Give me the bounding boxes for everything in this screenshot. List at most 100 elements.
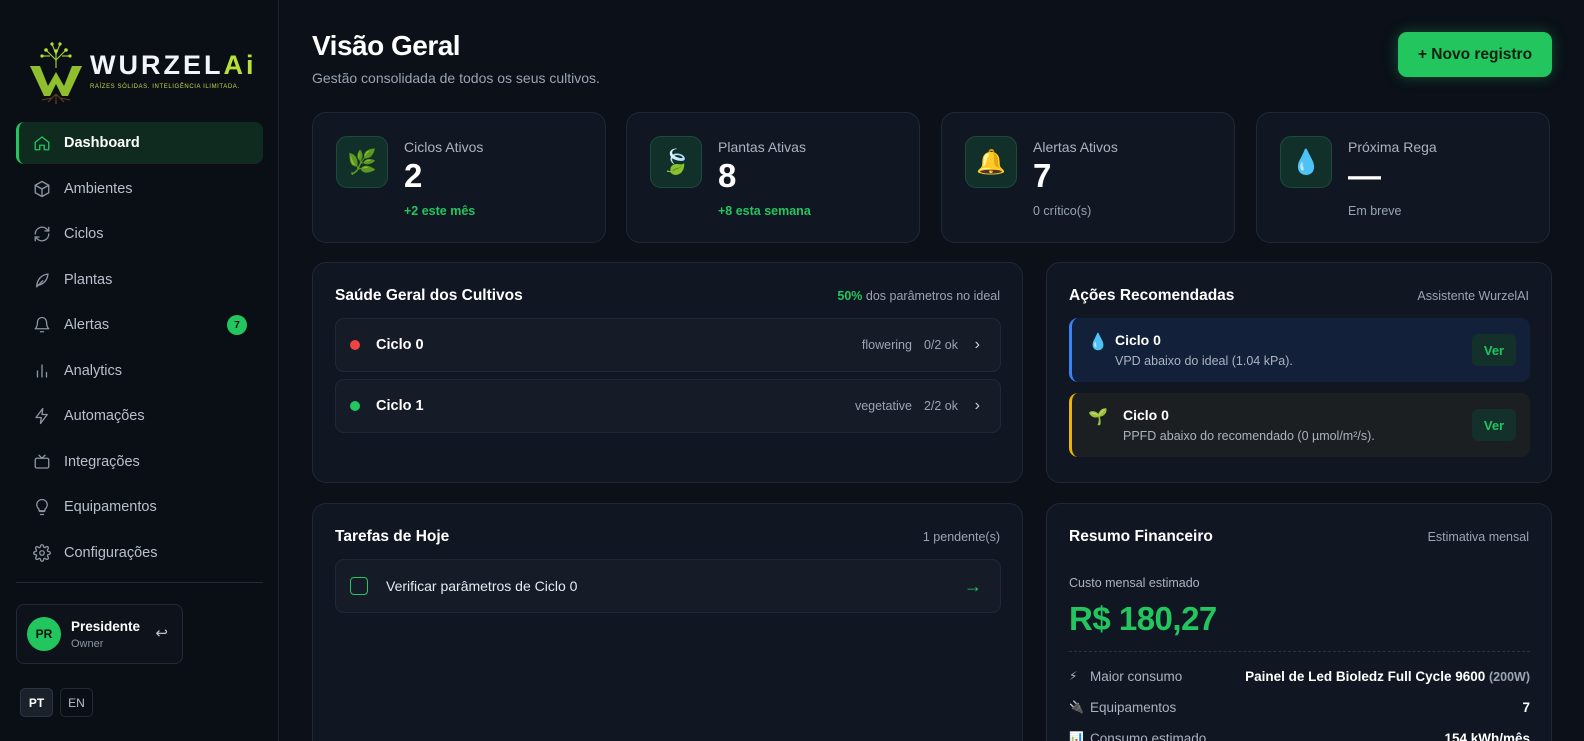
user-card[interactable]: PR Presidente Owner ↩ <box>16 604 183 664</box>
finance-row: ⚡ Maior consumo Painel de Led Bioledz Fu… <box>1069 666 1530 686</box>
tasks-panel: Tarefas de Hoje 1 pendente(s) Verificar … <box>312 503 1023 741</box>
cycle-row[interactable]: Ciclo 0 flowering 0/2 ok › <box>335 318 1001 372</box>
cycle-row[interactable]: Ciclo 1 vegetative 2/2 ok › <box>335 379 1001 433</box>
page-title: Visão Geral <box>312 30 461 61</box>
cube-icon <box>32 179 52 199</box>
finance-row-label: Consumo estimado <box>1090 730 1207 741</box>
lightning-icon <box>32 406 52 426</box>
finance-row-label: Maior consumo <box>1090 668 1183 684</box>
sidebar-item-plantas[interactable]: Plantas <box>16 259 263 301</box>
tasks-title: Tarefas de Hoje <box>335 528 450 545</box>
user-role: Owner <box>71 637 104 650</box>
cycle-name: Ciclo 0 <box>376 337 424 353</box>
action-title: Ciclo 0 <box>1123 407 1169 423</box>
sidebar-item-alertas[interactable]: Alertas 7 <box>16 304 263 346</box>
brand-name: WURZEL <box>90 50 224 80</box>
view-button[interactable]: Ver <box>1472 334 1516 366</box>
finance-row-value: 7 <box>1522 699 1530 715</box>
sidebar-item-label: Alertas <box>64 317 110 333</box>
leaf-icon: 🍃 <box>650 136 702 188</box>
cycle-status: 2/2 ok <box>923 399 958 413</box>
sidebar-nav: Dashboard Ambientes Ciclos Plantas Alert… <box>16 122 263 577</box>
view-button[interactable]: Ver <box>1472 409 1516 441</box>
sidebar-item-label: Configurações <box>64 544 158 561</box>
alerts-count-badge: 7 <box>227 315 247 335</box>
user-name: Presidente <box>71 618 141 634</box>
bell-icon: 🔔 <box>965 136 1017 188</box>
finance-cost-label: Custo mensal estimado <box>1069 576 1200 590</box>
finance-row-label: Equipamentos <box>1090 699 1177 715</box>
finance-row-value: 154 kWh/mês <box>1444 730 1530 741</box>
stat-label: Ciclos Ativos <box>404 139 484 155</box>
sidebar-item-dashboard[interactable]: Dashboard <box>16 122 263 164</box>
cycle-meta: vegetative 2/2 ok <box>855 399 958 413</box>
chevron-right-icon: › <box>974 336 980 353</box>
sidebar-item-configuracoes[interactable]: Configurações <box>16 532 263 574</box>
finance-row-value: Painel de Led Bioledz Full Cycle 9600 <box>1245 668 1486 684</box>
brand-name-accent: Ai <box>223 50 257 80</box>
health-summary: 50% dos parâmetros no ideal <box>837 289 1000 303</box>
stat-label: Plantas Ativas <box>718 139 806 155</box>
status-dot-green <box>350 401 360 411</box>
stat-note: +8 esta semana <box>718 204 811 218</box>
finance-cost-value: R$ 180,27 <box>1069 600 1217 637</box>
finance-row-extra: (200W) <box>1489 669 1530 684</box>
stat-value: 8 <box>718 157 737 194</box>
tasks-count: 1 pendente(s) <box>922 530 1000 544</box>
actions-title: Ações Recomendadas <box>1069 287 1235 304</box>
cycle-status: 0/2 ok <box>923 338 958 352</box>
refresh-icon <box>32 224 52 244</box>
stat-label: Próxima Rega <box>1348 139 1437 155</box>
gear-icon <box>32 543 52 563</box>
logo-mark-icon <box>28 38 84 104</box>
home-icon <box>32 133 52 153</box>
language-en-button[interactable]: EN <box>60 688 93 717</box>
stat-note: Em breve <box>1348 204 1402 218</box>
lightbulb-icon <box>32 497 52 517</box>
chevron-right-icon: › <box>974 397 980 414</box>
cycle-stage: flowering <box>861 338 912 352</box>
actions-panel: Ações Recomendadas Assistente WurzelAI 💧… <box>1046 262 1552 483</box>
language-pt-button[interactable]: PT <box>20 688 53 717</box>
herb-icon: 🌿 <box>336 136 388 188</box>
task-checkbox[interactable] <box>350 577 368 595</box>
actions-subtitle: Assistente WurzelAI <box>1417 289 1529 303</box>
health-percent-suffix: dos parâmetros no ideal <box>865 289 1000 303</box>
sidebar-item-analytics[interactable]: Analytics <box>16 350 263 392</box>
finance-panel: Resumo Financeiro Estimativa mensal Cust… <box>1046 503 1552 741</box>
avatar: PR <box>27 617 61 651</box>
lightning-icon: ⚡ <box>1069 669 1078 683</box>
cycle-stage: vegetative <box>854 399 912 413</box>
seedling-icon: 🌱 <box>1088 409 1108 426</box>
sidebar-item-automacoes[interactable]: Automações <box>16 395 263 437</box>
brand-tagline: RAÍZES SÓLIDAS. INTELIGÊNCIA ILIMITADA. <box>90 84 240 90</box>
finance-row: 🔌 Equipamentos 7 <box>1069 697 1530 717</box>
finance-divider <box>1069 651 1530 652</box>
sidebar-item-ciclos[interactable]: Ciclos <box>16 213 263 255</box>
water-drop-icon: 💧 <box>1280 136 1332 188</box>
arrow-right-icon[interactable]: → <box>964 576 982 597</box>
stat-card-ciclos: 🌿 Ciclos Ativos 2 +2 este mês <box>312 112 606 243</box>
stat-note: +2 este mês <box>404 204 476 218</box>
main-content: Visão Geral Gestão consolidada de todos … <box>279 0 1584 741</box>
bell-icon <box>32 315 52 335</box>
action-title: Ciclo 0 <box>1115 332 1161 348</box>
sidebar-item-integracoes[interactable]: Integrações <box>16 441 263 483</box>
logout-icon[interactable]: ↩ <box>155 624 168 642</box>
health-panel: Saúde Geral dos Cultivos 50% dos parâmet… <box>312 262 1023 483</box>
stat-card-plantas: 🍃 Plantas Ativas 8 +8 esta semana <box>626 112 920 243</box>
sidebar-item-ambientes[interactable]: Ambientes <box>16 168 263 210</box>
stat-value: 2 <box>404 157 423 194</box>
action-item: 💧 Ciclo 0 VPD abaixo do ideal (1.04 kPa)… <box>1069 318 1530 382</box>
task-item[interactable]: Verificar parâmetros de Ciclo 0 → <box>335 559 1001 613</box>
water-drop-icon: 💧 <box>1088 334 1108 351</box>
sidebar-item-label: Dashboard <box>64 135 140 151</box>
cycle-name: Ciclo 1 <box>376 398 424 414</box>
sidebar-item-equipamentos[interactable]: Equipamentos <box>16 486 263 528</box>
action-desc: VPD abaixo do ideal (1.04 kPa). <box>1115 354 1293 368</box>
sidebar-item-label: Automações <box>64 408 145 424</box>
sidebar: WURZELAi RAÍZES SÓLIDAS. INTELIGÊNCIA IL… <box>0 0 279 741</box>
brand-logo[interactable]: WURZELAi RAÍZES SÓLIDAS. INTELIGÊNCIA IL… <box>28 38 258 104</box>
stat-card-rega: 💧 Próxima Rega — Em breve <box>1256 112 1550 243</box>
new-record-button[interactable]: + Novo registro <box>1398 32 1552 77</box>
